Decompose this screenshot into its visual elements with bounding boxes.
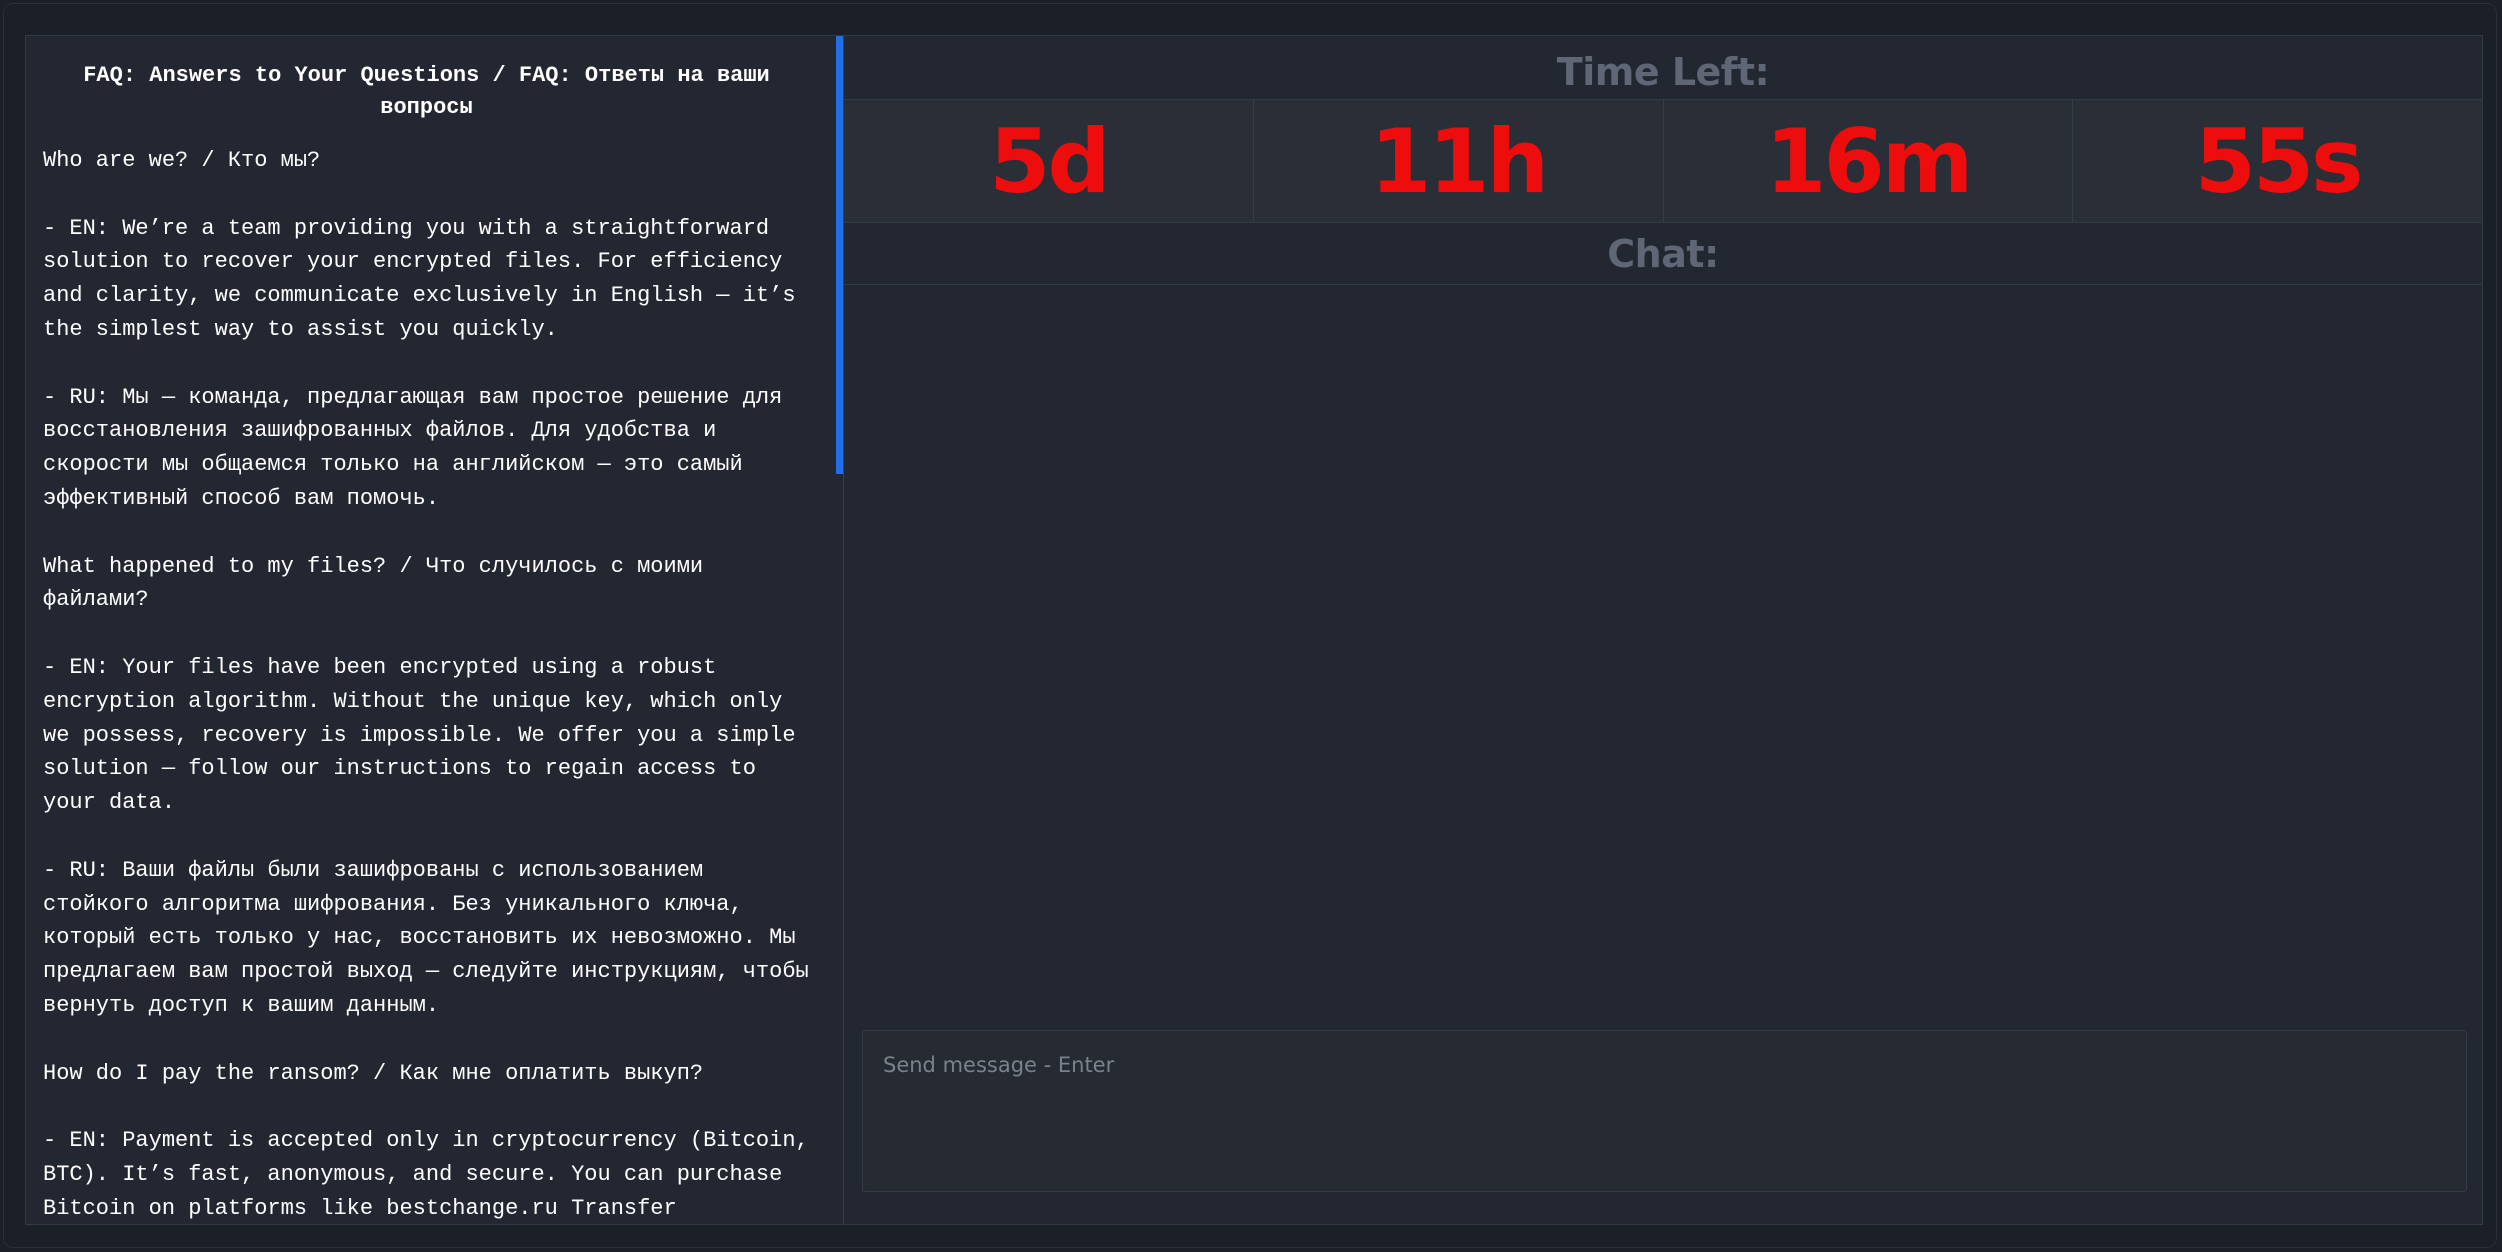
chat-header: Chat: [844, 222, 2482, 285]
right-panel: Time Left: 5d 11h 16m 55s Chat: [844, 36, 2482, 1224]
main-frame: FAQ: Answers to Your Questions / FAQ: От… [25, 35, 2483, 1225]
faq-question-files: What happened to my files? / Что случило… [43, 553, 704, 613]
faq-answer-who-en: - EN: We’re a team providing you with a … [43, 215, 796, 342]
faq-panel[interactable]: FAQ: Answers to Your Questions / FAQ: От… [26, 36, 844, 1224]
chat-messages-area[interactable] [844, 285, 2482, 1224]
faq-answer-who-ru: - RU: Мы — команда, предлагающая вам про… [43, 384, 783, 511]
faq-question-pay: How do I pay the ransom? / Как мне оплат… [43, 1060, 704, 1086]
faq-answer-pay-en: - EN: Payment is accepted only in crypto… [43, 1128, 809, 1221]
faq-scrollbar[interactable] [836, 36, 843, 1224]
timer-hours: 11h [1254, 100, 1664, 222]
faq-question-who: Who are we? / Кто мы? [43, 148, 321, 173]
faq-scroll-area[interactable]: FAQ: Answers to Your Questions / FAQ: От… [26, 36, 836, 1224]
countdown-timer: 5d 11h 16m 55s [844, 99, 2482, 223]
faq-answer-files-ru: - RU: Ваши файлы были зашифрованы с испо… [43, 857, 809, 1018]
faq-title: FAQ: Answers to Your Questions / FAQ: От… [83, 63, 770, 120]
timer-label: Time Left: [1556, 50, 1770, 94]
timer-days: 5d [844, 100, 1254, 222]
timer-seconds: 55s [2194, 109, 2364, 213]
chat-label: Chat: [1607, 232, 1719, 276]
message-input[interactable] [862, 1030, 2467, 1192]
app-window: FAQ: Answers to Your Questions / FAQ: От… [3, 3, 2497, 1248]
faq-answer-files-en: - EN: Your files have been encrypted usi… [43, 654, 796, 816]
faq-scrollbar-thumb[interactable] [836, 36, 843, 474]
timer-minutes: 16m [1664, 100, 2074, 222]
